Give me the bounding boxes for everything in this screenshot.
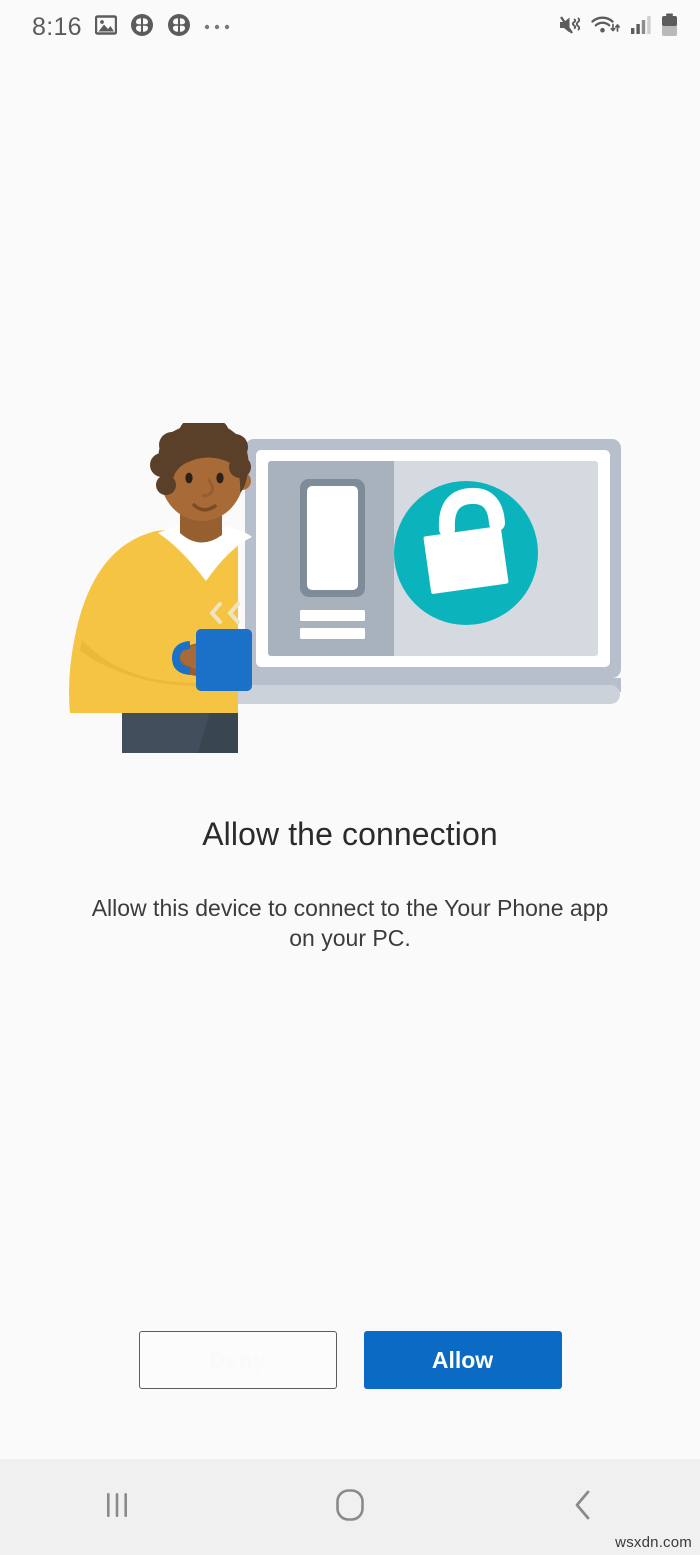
system-navigation-bar: wsxdn.com bbox=[0, 1459, 700, 1555]
laptop-graphic bbox=[245, 439, 621, 678]
home-icon bbox=[335, 1488, 365, 1527]
allow-button[interactable]: Allow bbox=[363, 1331, 562, 1389]
main-content: Allow the connection Allow this device t… bbox=[0, 54, 700, 1459]
action-buttons: Deny Allow bbox=[0, 1331, 700, 1389]
recents-button[interactable] bbox=[57, 1459, 177, 1555]
person-eye-right bbox=[216, 472, 224, 484]
status-bar: 8:16 bbox=[0, 0, 700, 54]
signal-bars-icon bbox=[630, 14, 652, 41]
status-bar-left: 8:16 bbox=[32, 13, 230, 42]
person-graphic bbox=[69, 419, 252, 753]
laptop-foot bbox=[210, 685, 620, 704]
page-description: Allow this device to connect to the Your… bbox=[91, 895, 609, 951]
watermark: wsxdn.com bbox=[615, 1534, 692, 1551]
clover-app-icon-1 bbox=[130, 13, 154, 42]
back-chevron-icon bbox=[572, 1489, 594, 1526]
status-clock: 8:16 bbox=[32, 12, 82, 41]
phone-screen: 8:16 Allow the connection Allow this dev… bbox=[0, 0, 700, 1555]
page-title: Allow the connection bbox=[202, 816, 498, 852]
clover-app-icon-2 bbox=[167, 13, 191, 42]
status-bar-right bbox=[558, 13, 678, 42]
more-notifications-icon bbox=[204, 18, 230, 36]
battery-icon bbox=[661, 13, 678, 42]
home-button[interactable] bbox=[290, 1459, 410, 1555]
image-icon bbox=[94, 14, 118, 40]
illustration-svg bbox=[69, 419, 621, 753]
wifi-icon bbox=[591, 14, 621, 41]
recents-icon bbox=[104, 1490, 130, 1525]
person-eye-left bbox=[185, 472, 193, 484]
mute-vibrate-icon bbox=[558, 14, 582, 41]
allow-connection-illustration bbox=[62, 419, 638, 771]
deny-button[interactable]: Deny bbox=[138, 1331, 337, 1389]
